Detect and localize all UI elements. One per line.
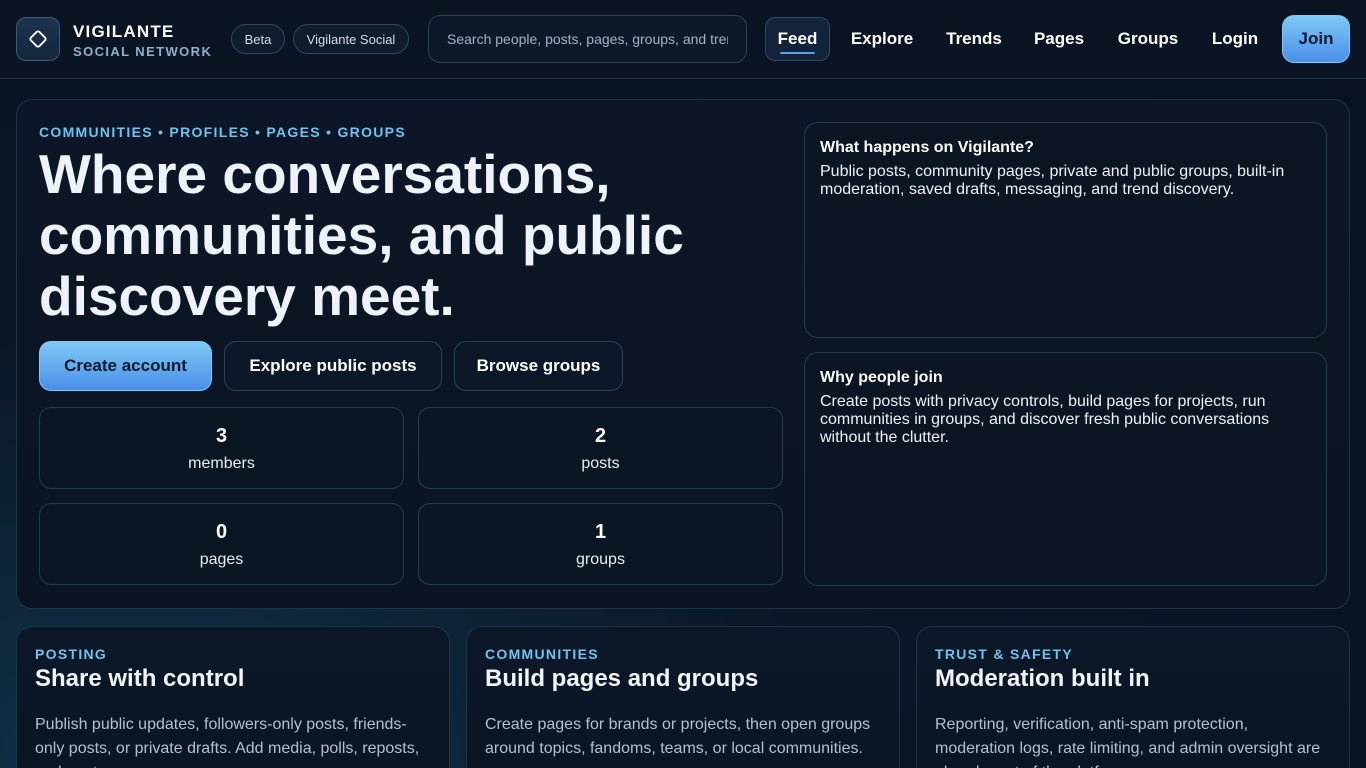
feature-body: Publish public updates, followers-only p… (35, 716, 420, 768)
feature-title: Build pages and groups (485, 665, 759, 692)
stat-groups: 1 groups (418, 503, 783, 585)
info-card-what-happens: What happens on Vigilante? Public posts,… (804, 122, 1327, 338)
feature-card-posting: POSTING Share with control Publish publi… (16, 626, 450, 768)
info-card-body: Create posts with privacy controls, buil… (820, 393, 1270, 446)
hero-eyebrow: COMMUNITIES • PROFILES • PAGES • GROUPS (39, 124, 406, 140)
feature-kicker: POSTING (35, 646, 108, 662)
feature-kicker: TRUST & SAFETY (935, 646, 1073, 662)
logo-icon[interactable] (16, 17, 60, 61)
top-navigation-bar: VIGILANTE SOCIAL NETWORK Beta Vigilante … (0, 0, 1366, 79)
stat-label: posts (581, 455, 620, 472)
stat-members: 3 members (39, 407, 404, 489)
feature-body: Create pages for brands or projects, the… (485, 716, 871, 757)
feature-title: Moderation built in (935, 665, 1150, 692)
stat-label: members (188, 455, 255, 472)
search-input[interactable] (447, 31, 728, 47)
stat-pages: 0 pages (39, 503, 404, 585)
stat-value: 1 (594, 521, 607, 543)
brand-subtitle: SOCIAL NETWORK (73, 44, 213, 59)
feature-kicker: COMMUNITIES (485, 646, 599, 662)
create-account-button[interactable]: Create account (39, 341, 212, 391)
info-card-body: Public posts, community pages, private a… (820, 163, 1285, 198)
stat-value: 0 (215, 521, 228, 543)
nav-explore[interactable]: Explore (846, 17, 918, 61)
hero-title: Where conversations, communities, and pu… (39, 143, 684, 327)
feature-body: Reporting, verification, anti-spam prote… (935, 716, 1321, 768)
nav-groups[interactable]: Groups (1112, 17, 1184, 61)
nav-pages[interactable]: Pages (1028, 17, 1090, 61)
info-card-why-join: Why people join Create posts with privac… (804, 352, 1327, 586)
feature-title: Share with control (35, 665, 245, 692)
brand-name: VIGILANTE (73, 22, 175, 41)
stat-value: 3 (215, 425, 228, 447)
beta-badge: Beta (231, 24, 285, 54)
vigilante-social-badge: Vigilante Social (293, 24, 409, 54)
nav-login[interactable]: Login (1205, 17, 1265, 61)
feature-card-trust-safety: TRUST & SAFETY Moderation built in Repor… (916, 626, 1350, 768)
browse-groups-button[interactable]: Browse groups (454, 341, 623, 391)
nav-trends[interactable]: Trends (941, 17, 1007, 61)
explore-public-posts-button[interactable]: Explore public posts (224, 341, 442, 391)
search-bar[interactable] (428, 15, 747, 63)
info-card-title: Why people join (820, 369, 943, 386)
stat-posts: 2 posts (418, 407, 783, 489)
stat-value: 2 (594, 425, 607, 447)
feature-card-communities: COMMUNITIES Build pages and groups Creat… (466, 626, 900, 768)
stat-label: pages (199, 551, 244, 568)
nav-feed[interactable]: Feed (765, 17, 830, 61)
stat-label: groups (576, 551, 625, 568)
diamond-logo-icon (29, 30, 47, 48)
join-button[interactable]: Join (1282, 15, 1350, 63)
info-card-title: What happens on Vigilante? (820, 139, 1034, 156)
